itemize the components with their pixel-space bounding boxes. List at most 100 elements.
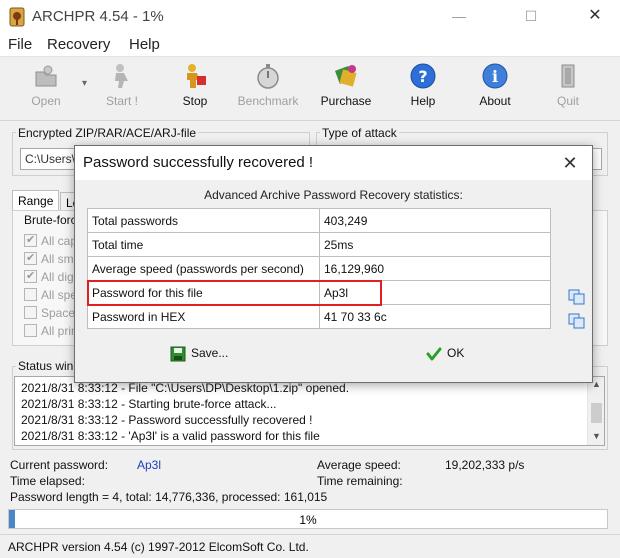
charset-space[interactable]: Space: [24, 306, 75, 320]
scroll-up-icon[interactable]: ▲: [592, 379, 601, 389]
table-row: Password for this file Ap3l: [87, 280, 551, 305]
stat-value[interactable]: 16,129,960: [319, 256, 551, 281]
stat-key: Password in HEX: [87, 304, 320, 329]
menu-recovery[interactable]: Recovery: [47, 36, 110, 53]
svg-text:?: ?: [418, 67, 427, 86]
checkbox-all-digits[interactable]: [24, 269, 37, 283]
status-group-label: Status win: [16, 359, 76, 373]
menu-help[interactable]: Help: [129, 36, 160, 53]
menu-file[interactable]: File: [8, 36, 32, 53]
help-label: Help: [410, 94, 436, 108]
log-line: 2021/8/31 8:33:12 - Password successfull…: [21, 413, 313, 427]
dialog-subtitle: Advanced Archive Password Recovery stati…: [204, 188, 463, 202]
stop-label: Stop: [182, 94, 208, 108]
progress-bar: 1%: [8, 509, 608, 529]
quit-button[interactable]: Quit: [533, 62, 603, 114]
brute-force-label: Brute-forc: [24, 213, 77, 227]
quit-label: Quit: [556, 94, 579, 108]
charset-all-printable[interactable]: All prin: [24, 324, 78, 338]
scrollbar-thumb[interactable]: [591, 403, 602, 423]
dialog-close-button[interactable]: ✕: [552, 148, 588, 178]
charset-space-label: Space: [41, 306, 76, 320]
statistics-table: Total passwords 403,249 Total time 25ms …: [87, 208, 551, 329]
password-recovered-dialog: Password successfully recovered ! ✕ Adva…: [74, 145, 593, 383]
stat-key: Total passwords: [87, 208, 320, 233]
status-scrollbar[interactable]: ▲ ▼: [587, 377, 604, 445]
open-label: Open: [31, 94, 61, 108]
open-button[interactable]: Open: [11, 62, 81, 114]
copy-hex-icon[interactable]: [568, 313, 586, 329]
archpr-app-icon: [9, 7, 25, 27]
stat-key: Password for this file: [87, 280, 320, 305]
ok-button[interactable]: OK: [426, 346, 464, 370]
about-label: About: [479, 94, 511, 108]
checkbox-all-printable[interactable]: [24, 324, 37, 337]
svg-text:i: i: [492, 67, 498, 86]
help-button[interactable]: ? Help: [388, 62, 458, 114]
maximize-button[interactable]: ☐: [508, 0, 554, 34]
version-footer: ARCHPR version 4.54 (c) 1997-2012 ElcomS…: [8, 540, 309, 554]
log-line: 2021/8/31 8:33:12 - 'Ap3l' is a valid pa…: [21, 429, 320, 443]
scroll-down-icon[interactable]: ▼: [592, 431, 601, 441]
stopwatch-icon: [257, 64, 279, 89]
save-disk-icon: [170, 346, 186, 362]
average-speed-label: Average speed:: [317, 458, 401, 472]
charset-all-special-label: All spe: [41, 288, 78, 302]
table-row: Total time 25ms: [87, 232, 551, 257]
checkbox-all-special[interactable]: [24, 288, 37, 301]
start-button[interactable]: Start !: [87, 62, 157, 114]
status-log[interactable]: 2021/8/31 8:33:12 - File "C:\Users\DP\De…: [14, 376, 605, 446]
start-label: Start !: [105, 94, 138, 108]
stat-key: Total time: [87, 232, 320, 257]
dialog-title: Password successfully recovered !: [83, 154, 314, 171]
ok-label: OK: [447, 346, 465, 361]
tab-range[interactable]: Range: [12, 190, 60, 211]
checkbox-space[interactable]: [24, 306, 37, 319]
average-speed-value: 19,202,333 p/s: [445, 458, 525, 472]
benchmark-label: Benchmark: [237, 94, 299, 108]
current-password-label: Current password:: [10, 458, 109, 472]
log-line: 2021/8/31 8:33:12 - File "C:\Users\DP\De…: [21, 381, 350, 395]
stat-value[interactable]: Ap3l: [319, 280, 551, 305]
log-line: 2021/8/31 8:33:12 - Starting brute-force…: [21, 397, 277, 411]
purchase-label: Purchase: [320, 94, 372, 108]
attack-type-select[interactable]: [592, 148, 602, 170]
charset-all-printable-label: All prin: [41, 324, 78, 338]
statusbar-divider: [0, 534, 620, 535]
file-group-label: Encrypted ZIP/RAR/ACE/ARJ-file: [16, 126, 199, 140]
table-row: Average speed (passwords per second) 16,…: [87, 256, 551, 281]
window-title: ARCHPR 4.54 - 1%: [32, 8, 164, 25]
charset-all-caps[interactable]: All cap: [24, 233, 77, 248]
stop-button[interactable]: Stop: [160, 62, 230, 114]
stat-value[interactable]: 41 70 33 6c: [319, 304, 551, 329]
stop-icon: [187, 64, 206, 88]
purchase-icon: [335, 65, 357, 87]
help-icon: ?: [410, 63, 436, 89]
file-path-field[interactable]: C:\Users\: [20, 148, 78, 170]
about-button[interactable]: i About: [460, 62, 530, 114]
charset-all-digits[interactable]: All dig: [24, 269, 74, 284]
benchmark-button[interactable]: Benchmark: [233, 62, 303, 114]
stat-key: Average speed (passwords per second): [87, 256, 320, 281]
purchase-button[interactable]: Purchase: [311, 62, 381, 114]
copy-password-icon[interactable]: [568, 289, 586, 305]
stat-value[interactable]: 403,249: [319, 208, 551, 233]
current-password-value: Ap3l: [137, 458, 162, 472]
stat-value[interactable]: 25ms: [319, 232, 551, 257]
minimize-button[interactable]: —: [436, 0, 482, 34]
time-remaining-label: Time remaining:: [317, 474, 403, 488]
open-icon: [35, 65, 57, 87]
close-window-button[interactable]: ✕: [572, 0, 618, 34]
table-row: Password in HEX 41 70 33 6c: [87, 304, 551, 329]
charset-all-small[interactable]: All sma: [24, 251, 80, 266]
dialog-title-bar: Password successfully recovered ! ✕: [75, 146, 592, 180]
table-row: Total passwords 403,249: [87, 208, 551, 233]
attack-group-label: Type of attack: [320, 126, 399, 140]
checkbox-all-caps[interactable]: [24, 233, 37, 247]
checkbox-all-small[interactable]: [24, 251, 37, 265]
save-button[interactable]: Save...: [170, 346, 228, 370]
toolbar-divider: [0, 120, 620, 121]
charset-all-special[interactable]: All spe: [24, 288, 77, 302]
progress-text: 1%: [299, 513, 317, 527]
start-run-icon: [115, 64, 128, 88]
